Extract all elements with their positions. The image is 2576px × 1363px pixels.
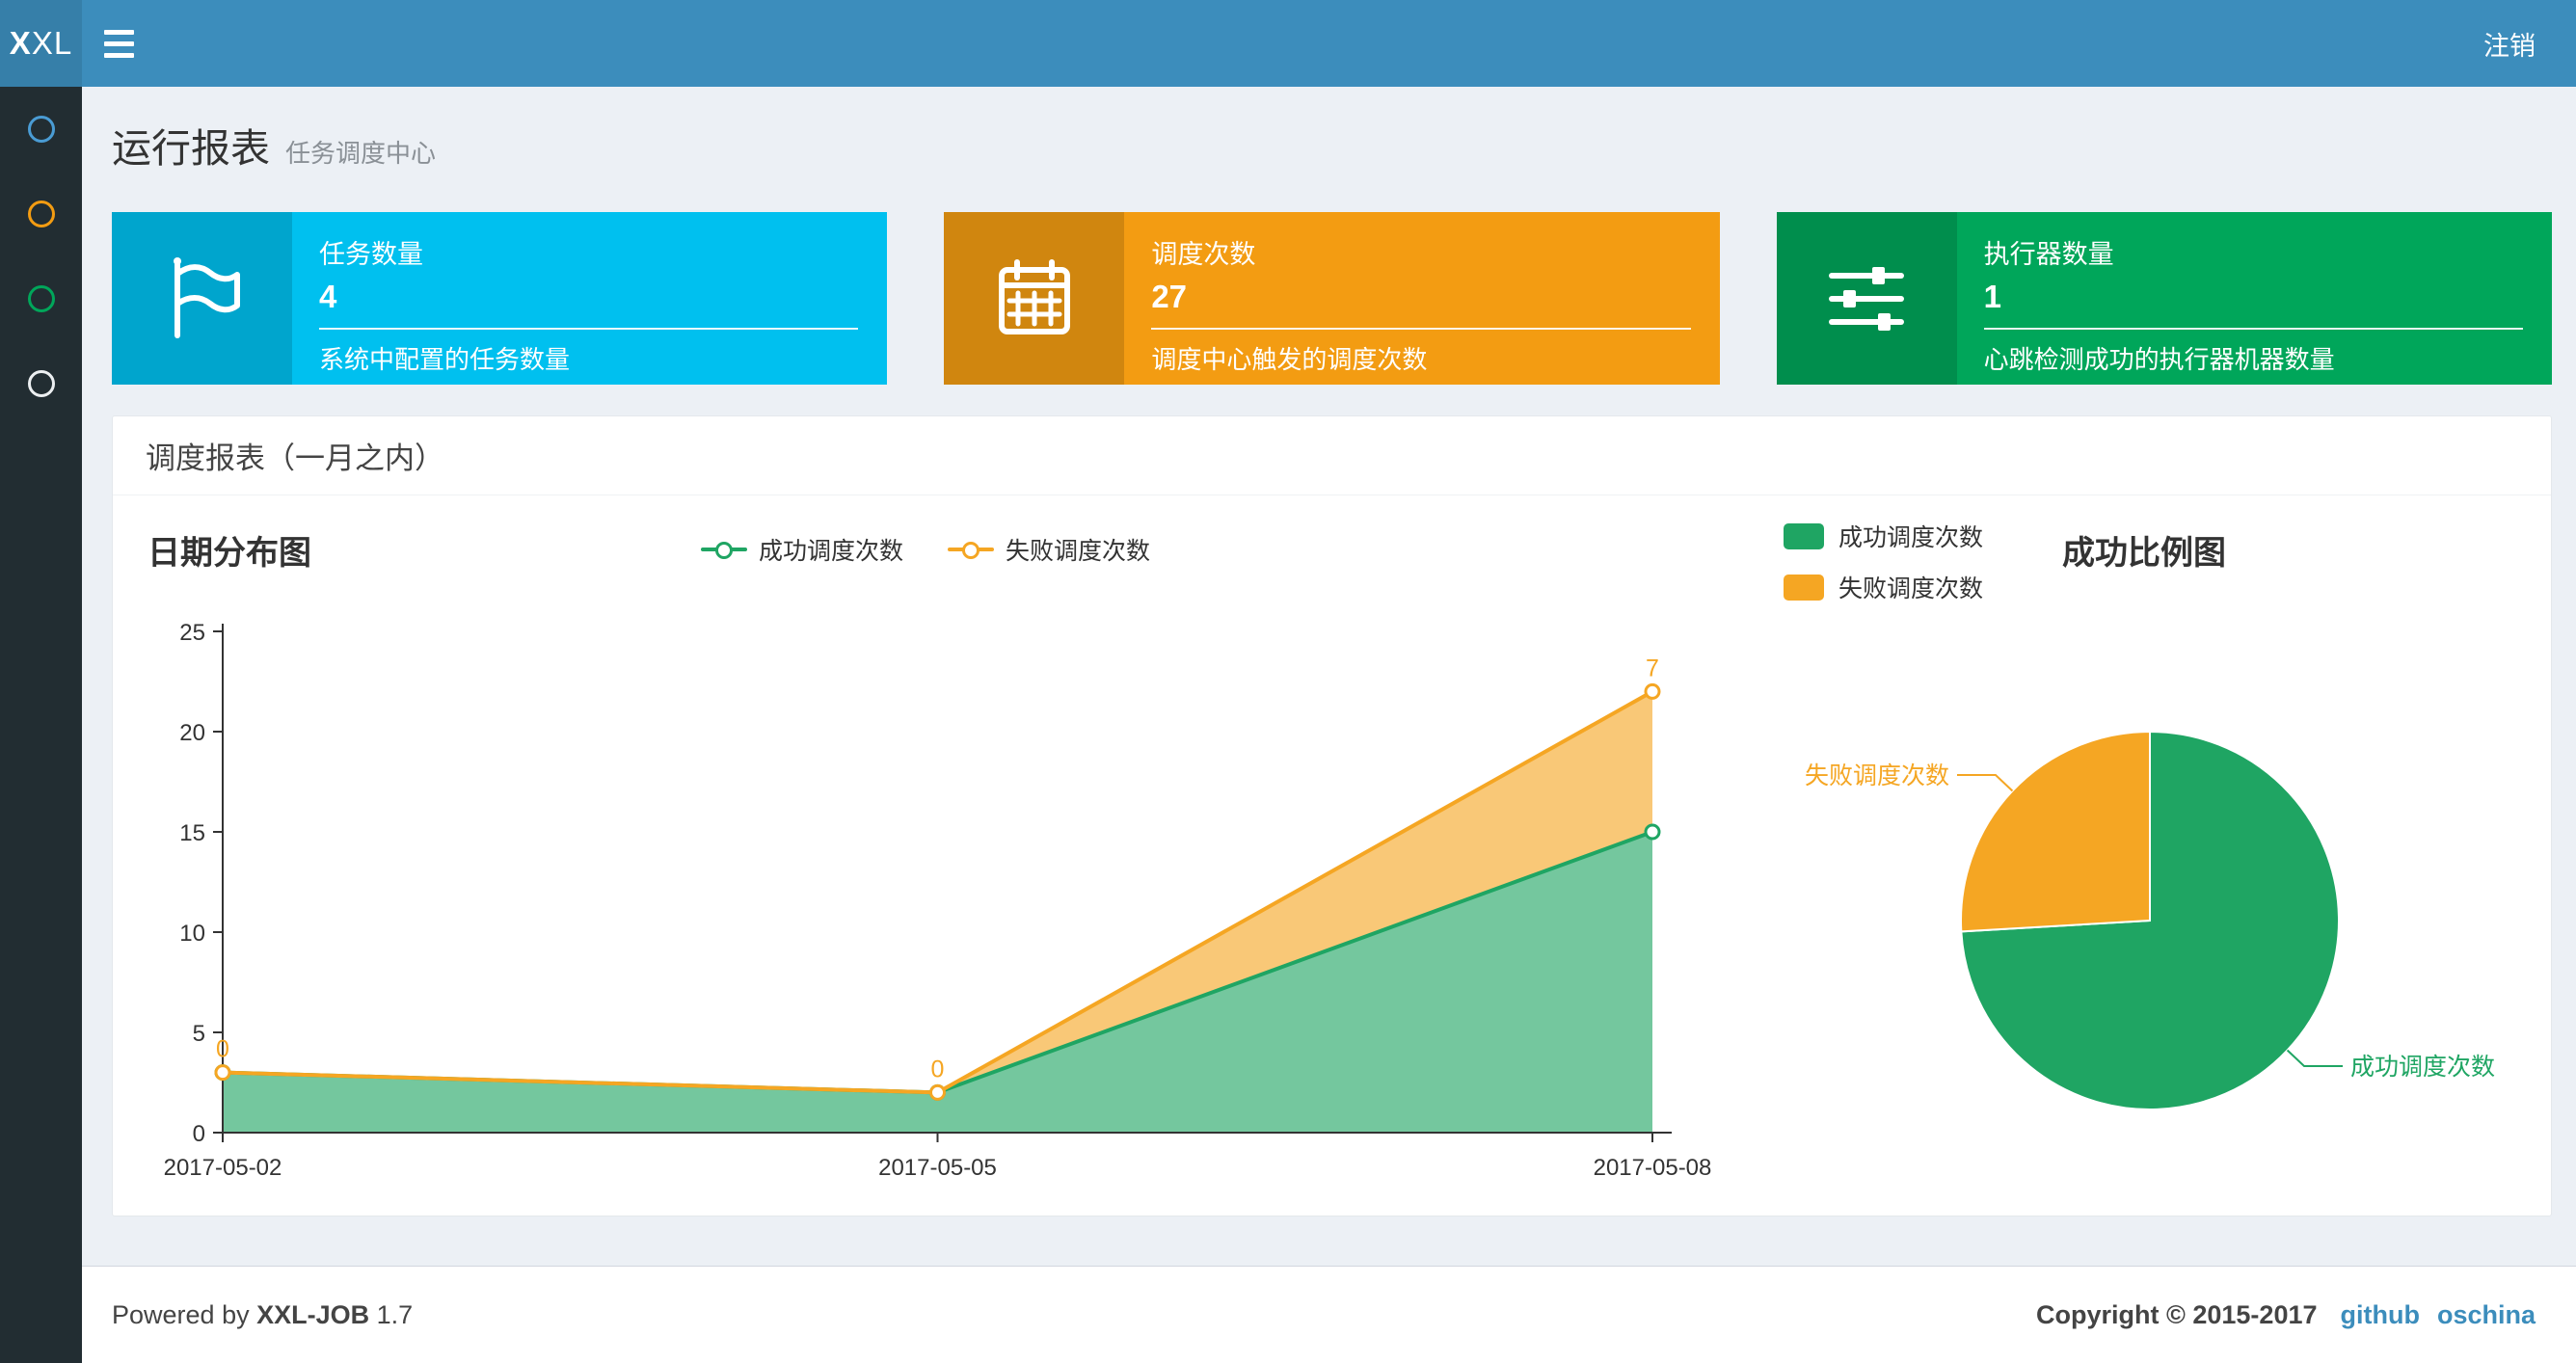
svg-text:0: 0: [931, 1056, 945, 1082]
line-chart-title: 日期分布图: [148, 535, 311, 572]
circle-outline-icon: [27, 116, 55, 143]
circle-outline-icon: [27, 200, 55, 227]
footer: Powered by XXL-JOB 1.7 Copyright © 2015-…: [82, 1266, 2576, 1363]
sidebar-item-3[interactable]: [0, 256, 82, 341]
svg-text:15: 15: [179, 820, 205, 846]
page-title-text: 运行报表: [112, 126, 270, 171]
card-body: 任务数量 4 系统中配置的任务数量: [292, 212, 887, 385]
legend-label: 成功调度次数: [1838, 524, 1984, 551]
card-description: 心跳检测成功的执行器机器数量: [1983, 345, 2335, 374]
hamburger-icon: [103, 29, 134, 35]
svg-text:2017-05-05: 2017-05-05: [878, 1155, 997, 1181]
pie-legend-item-fail[interactable]: 失败调度次数: [1784, 570, 1983, 604]
logo-text-bold: X: [9, 25, 32, 61]
product-version: 1.7: [376, 1299, 414, 1329]
product-name: XXL-JOB: [256, 1299, 370, 1329]
main-content: 运行报表 任务调度中心 任务数量 4 系统中配置的任务数量 调度次数 27 调度…: [82, 87, 2576, 1216]
line-chart-legend: 成功调度次数 失败调度次数: [701, 532, 1150, 567]
oschina-link[interactable]: oschina: [2437, 1300, 2536, 1330]
svg-text:2017-05-02: 2017-05-02: [164, 1155, 282, 1181]
logo-text: XL: [31, 25, 73, 61]
card-description: 调度中心触发的调度次数: [1151, 345, 1428, 374]
date-distribution-chart: 05101520252017-05-02 2017-05-05 2017-05-08…: [164, 620, 1712, 1181]
sidebar-toggle-button[interactable]: [82, 0, 155, 87]
sidebar: [0, 87, 82, 1363]
panel-title: 调度报表（一月之内）: [113, 416, 2551, 495]
page-header: 运行报表 任务调度中心: [82, 87, 2576, 174]
card-label: 执行器数量: [1983, 240, 2114, 269]
svg-text:0: 0: [216, 1036, 229, 1063]
sidebar-item-1[interactable]: [0, 87, 82, 172]
success-ratio-chart: 成功调度次数 失败调度次数: [1805, 730, 2495, 1110]
copyright: Copyright © 2015-2017: [2035, 1299, 2318, 1329]
circle-outline-icon: [27, 370, 55, 397]
calendar-icon: [944, 212, 1125, 385]
card-value: 4: [319, 279, 337, 314]
executor-count-card: 执行器数量 1 心跳检测成功的执行器机器数量: [1776, 212, 2552, 385]
pie-legend: 成功调度次数 失败调度次数: [1784, 519, 1983, 604]
summary-cards: 任务数量 4 系统中配置的任务数量 调度次数 27 调度中心触发的调度次数 执行…: [82, 212, 2576, 385]
svg-text:2017-05-08: 2017-05-08: [1594, 1155, 1712, 1181]
line-marker-icon: [948, 541, 995, 559]
powered-prefix: Powered by: [112, 1299, 250, 1329]
hamburger-icon: [103, 52, 134, 58]
legend-swatch: [1784, 574, 1824, 601]
card-description: 系统中配置的任务数量: [319, 345, 571, 374]
page-subtitle: 任务调度中心: [285, 139, 437, 168]
app-logo[interactable]: X XL: [0, 0, 82, 87]
svg-text:5: 5: [193, 1021, 205, 1047]
top-navbar: X XL 注销: [0, 0, 2576, 87]
svg-text:7: 7: [1646, 655, 1659, 682]
page-title: 运行报表 任务调度中心: [112, 116, 2576, 174]
card-divider: [319, 328, 859, 330]
card-label: 调度次数: [1151, 240, 1256, 269]
footer-right: Copyright © 2015-2017 github oschina: [2036, 1300, 2536, 1330]
svg-text:20: 20: [179, 720, 205, 746]
legend-item-fail[interactable]: 失败调度次数: [948, 532, 1150, 567]
panel-body: 日期分布图 成功调度次数 失败调度次数 0 5 10 15 20 25 2017…: [113, 495, 2551, 1216]
legend-swatch: [1784, 522, 1824, 549]
svg-text:成功调度次数: 成功调度次数: [2350, 1054, 2495, 1081]
powered-by: Powered by XXL-JOB 1.7: [112, 1300, 413, 1330]
card-label: 任务数量: [319, 240, 423, 269]
card-divider: [1983, 328, 2523, 330]
app-root: X XL 注销 运行报表 任务调度中心 任务数量 4 系统中配置的任务数量 调度…: [0, 0, 2576, 1363]
github-link[interactable]: github: [2341, 1300, 2420, 1330]
legend-item-success[interactable]: 成功调度次数: [701, 532, 903, 567]
card-value: 1: [1983, 279, 2002, 314]
svg-text:0: 0: [193, 1121, 205, 1147]
card-body: 执行器数量 1 心跳检测成功的执行器机器数量: [1957, 212, 2552, 385]
sidebar-item-4[interactable]: [0, 341, 82, 426]
card-divider: [1151, 328, 1691, 330]
svg-text:失败调度次数: 失败调度次数: [1805, 762, 1949, 789]
sidebar-item-2[interactable]: [0, 172, 82, 256]
trigger-count-card: 调度次数 27 调度中心触发的调度次数: [944, 212, 1720, 385]
task-count-card: 任务数量 4 系统中配置的任务数量: [112, 212, 888, 385]
line-marker-icon: [701, 541, 747, 559]
circle-outline-icon: [27, 285, 55, 312]
report-panel: 调度报表（一月之内） 日期分布图 成功调度次数 失败调度次数 0 5 10 15…: [112, 415, 2552, 1216]
svg-text:10: 10: [179, 921, 205, 947]
pie-chart-title: 成功比例图: [2062, 535, 2226, 572]
card-body: 调度次数 27 调度中心触发的调度次数: [1124, 212, 1719, 385]
sliders-icon: [1776, 212, 1957, 385]
legend-label: 成功调度次数: [759, 538, 904, 565]
pie-legend-item-success[interactable]: 成功调度次数: [1784, 519, 1983, 553]
card-value: 27: [1151, 279, 1188, 314]
hamburger-icon: [103, 40, 134, 46]
legend-label: 失败调度次数: [1838, 575, 1984, 602]
flag-icon: [112, 212, 292, 385]
svg-text:25: 25: [179, 620, 205, 646]
legend-label: 失败调度次数: [1006, 538, 1151, 565]
logout-link[interactable]: 注销: [2443, 0, 2576, 87]
